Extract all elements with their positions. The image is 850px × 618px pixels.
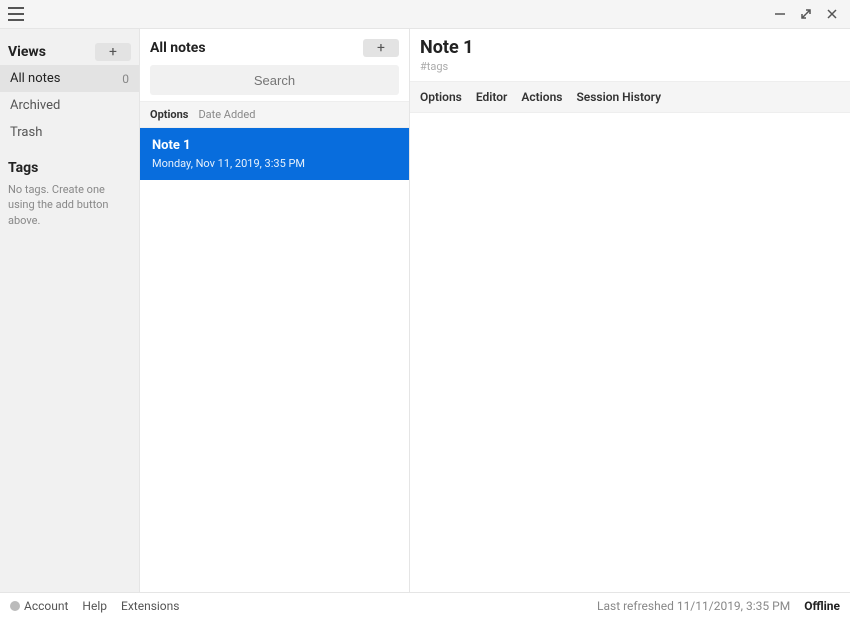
- add-view-button[interactable]: +: [95, 43, 131, 61]
- titlebar: [0, 0, 850, 28]
- main-area: Views + All notes 0 Archived Trash Tags …: [0, 28, 850, 592]
- sidebar-item-label: Trash: [10, 125, 42, 140]
- editor-actions-button[interactable]: Actions: [521, 90, 562, 104]
- note-item-date: Monday, Nov 11, 2019, 3:35 PM: [152, 157, 397, 170]
- extensions-button[interactable]: Extensions: [121, 599, 179, 613]
- notes-column: All notes + Options Date Added Note 1 Mo…: [140, 29, 410, 592]
- account-icon: [10, 601, 20, 611]
- notes-sort-button[interactable]: Date Added: [198, 108, 255, 121]
- tags-header: Tags: [0, 154, 139, 180]
- sidebar-item-trash[interactable]: Trash: [0, 119, 139, 146]
- account-label: Account: [24, 599, 68, 613]
- sidebar-item-count: 0: [122, 72, 129, 86]
- note-item-title: Note 1: [152, 138, 397, 153]
- notes-header: All notes +: [140, 29, 409, 63]
- sidebar-item-label: Archived: [10, 98, 60, 113]
- search-box: [150, 65, 399, 95]
- sync-status[interactable]: Offline: [804, 599, 840, 613]
- account-button[interactable]: Account: [10, 599, 68, 613]
- editor-title[interactable]: Note 1: [420, 37, 840, 58]
- views-label: Views: [8, 44, 46, 60]
- editor-body[interactable]: [410, 113, 850, 592]
- help-button[interactable]: Help: [82, 599, 107, 613]
- editor-header: Note 1 #tags: [410, 29, 850, 75]
- editor-editor-button[interactable]: Editor: [476, 90, 508, 104]
- last-refreshed-text: Last refreshed 11/11/2019, 3:35 PM: [597, 599, 790, 613]
- sidebar-item-archived[interactable]: Archived: [0, 92, 139, 119]
- editor-tags-input[interactable]: #tags: [420, 60, 840, 73]
- close-button[interactable]: [826, 8, 842, 20]
- search-input[interactable]: [150, 65, 399, 95]
- editor-session-history-button[interactable]: Session History: [576, 90, 661, 104]
- sidebar-item-all-notes[interactable]: All notes 0: [0, 65, 139, 92]
- editor-column: Note 1 #tags Options Editor Actions Sess…: [410, 29, 850, 592]
- tags-label: Tags: [8, 160, 38, 176]
- plus-icon: +: [109, 45, 117, 59]
- editor-options-button[interactable]: Options: [420, 90, 462, 104]
- notes-options-button[interactable]: Options: [150, 108, 188, 121]
- sidebar: Views + All notes 0 Archived Trash Tags …: [0, 29, 140, 592]
- tags-empty-text: No tags. Create one using the add button…: [0, 180, 139, 230]
- footer: Account Help Extensions Last refreshed 1…: [0, 592, 850, 618]
- plus-icon: +: [377, 41, 385, 55]
- minimize-button[interactable]: [774, 8, 790, 20]
- sidebar-item-label: All notes: [10, 71, 60, 86]
- add-note-button[interactable]: +: [363, 39, 399, 57]
- note-list-item[interactable]: Note 1 Monday, Nov 11, 2019, 3:35 PM: [140, 128, 409, 180]
- editor-toolbar: Options Editor Actions Session History: [410, 81, 850, 113]
- views-header: Views +: [0, 37, 139, 65]
- notes-toolbar: Options Date Added: [140, 101, 409, 128]
- notes-header-label: All notes: [150, 40, 206, 56]
- menu-icon[interactable]: [8, 7, 24, 21]
- maximize-button[interactable]: [800, 8, 816, 20]
